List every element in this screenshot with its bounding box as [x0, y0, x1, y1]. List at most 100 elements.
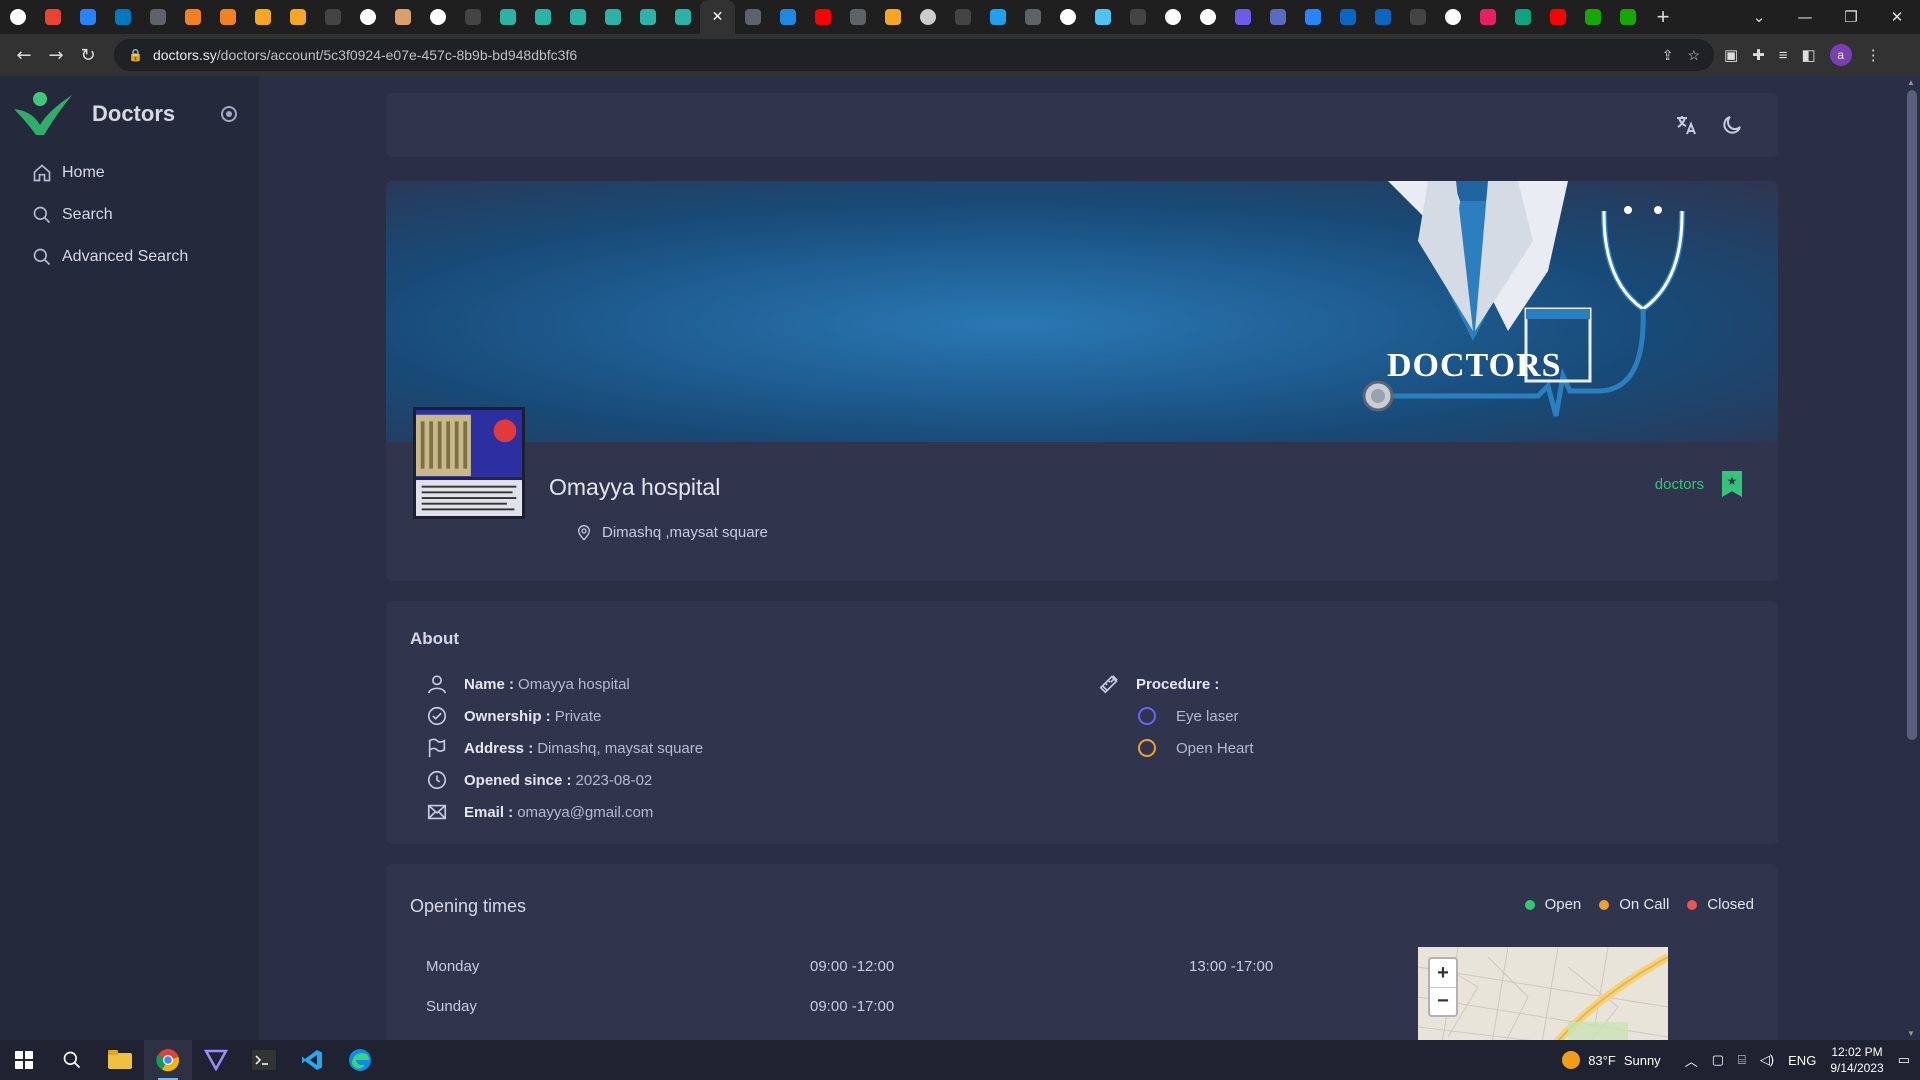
browser-tab[interactable] [1015, 0, 1050, 34]
browser-tab[interactable] [35, 0, 70, 34]
close-icon[interactable]: ✕ [710, 9, 726, 25]
browser-tab[interactable] [560, 0, 595, 34]
media-icon[interactable]: ≡ [1779, 47, 1788, 64]
sidebar-toggle-icon[interactable] [221, 106, 237, 122]
browser-tab[interactable]: ✕ [700, 0, 735, 34]
language-indicator[interactable]: ENG [1788, 1053, 1816, 1068]
notifications-icon[interactable]: ▭ [1898, 1052, 1910, 1068]
address-bar[interactable]: 🔒 doctors.sy /doctors/account/5c3f0924-e… [114, 39, 1714, 71]
sidebar-item-home[interactable]: Home [0, 152, 259, 194]
chevron-up-icon[interactable]: ︿ [1685, 1051, 1698, 1070]
browser-tab[interactable] [805, 0, 840, 34]
browser-tab[interactable] [1120, 0, 1155, 34]
weather-widget[interactable]: 83°F Sunny [1562, 1051, 1661, 1069]
puzzle-icon[interactable]: ✚ [1752, 46, 1765, 64]
browser-tab[interactable] [630, 0, 665, 34]
new-tab-button[interactable]: + [1645, 0, 1681, 34]
browser-tab[interactable] [210, 0, 245, 34]
category-tag[interactable]: doctors ★ [1655, 471, 1742, 497]
profile-avatar[interactable]: a [1829, 44, 1852, 66]
browser-tab[interactable] [1155, 0, 1190, 34]
translate-icon[interactable] [1674, 113, 1698, 137]
browser-tab[interactable] [980, 0, 1015, 34]
extension-icon[interactable]: ▣ [1724, 46, 1738, 64]
browser-tab[interactable] [1330, 0, 1365, 34]
vscode-icon[interactable] [288, 1040, 336, 1080]
browser-tab[interactable] [910, 0, 945, 34]
file-explorer-icon[interactable] [96, 1040, 144, 1080]
browser-tab[interactable] [1365, 0, 1400, 34]
browser-tab[interactable] [1050, 0, 1085, 34]
taskbar-search-icon[interactable] [48, 1040, 96, 1080]
zoom-in-button[interactable]: + [1430, 959, 1456, 987]
browser-tab[interactable] [1190, 0, 1225, 34]
scrollbar-thumb[interactable] [1907, 90, 1917, 740]
browser-tab[interactable] [1085, 0, 1120, 34]
forward-icon[interactable]: → [40, 39, 72, 71]
chrome-icon[interactable] [144, 1040, 192, 1080]
browser-tab[interactable] [1470, 0, 1505, 34]
scroll-down-icon[interactable]: ▼ [1907, 1029, 1915, 1038]
minimize-icon[interactable]: — [1782, 8, 1828, 26]
browser-tab[interactable] [105, 0, 140, 34]
browser-tab[interactable] [1575, 0, 1610, 34]
volume-icon[interactable]: ◁) [1760, 1052, 1774, 1068]
browser-tab[interactable] [945, 0, 980, 34]
brand[interactable]: Doctors [0, 76, 259, 152]
window-close-icon[interactable]: ✕ [1874, 8, 1920, 26]
browser-tab[interactable] [350, 0, 385, 34]
browser-tab[interactable] [315, 0, 350, 34]
edge-icon[interactable] [336, 1040, 384, 1080]
reload-icon[interactable]: ↻ [72, 39, 104, 71]
meet-icon[interactable]: ▢ [1712, 1052, 1724, 1068]
browser-tab[interactable] [385, 0, 420, 34]
terminal-icon[interactable] [240, 1040, 288, 1080]
browser-tab[interactable] [1435, 0, 1470, 34]
vpn-icon[interactable] [192, 1040, 240, 1080]
browser-tab[interactable] [840, 0, 875, 34]
windows-start-icon[interactable] [0, 1040, 48, 1080]
email-link[interactable]: omayya@gmail.com [517, 804, 653, 821]
sidebar-item-advanced-search[interactable]: Advanced Search [0, 236, 259, 278]
back-icon[interactable]: ← [8, 39, 40, 71]
browser-tab[interactable] [70, 0, 105, 34]
browser-tab[interactable] [420, 0, 455, 34]
browser-tab[interactable] [1610, 0, 1645, 34]
zoom-out-button[interactable]: − [1430, 987, 1456, 1015]
browser-tab[interactable] [665, 0, 700, 34]
browser-tab[interactable] [875, 0, 910, 34]
page-scrollbar[interactable]: ▲ ▼ [1903, 76, 1920, 1040]
network-icon[interactable]: ⌸ [1738, 1052, 1746, 1068]
location-map[interactable]: + − [1418, 947, 1668, 1040]
lock-icon[interactable]: 🔒 [128, 48, 143, 62]
menu-icon[interactable]: ⋮ [1866, 46, 1881, 64]
browser-tab[interactable] [245, 0, 280, 34]
browser-tab[interactable] [455, 0, 490, 34]
browser-tab[interactable] [770, 0, 805, 34]
bookmark-star-icon[interactable]: ☆ [1687, 47, 1700, 64]
browser-tab[interactable] [525, 0, 560, 34]
browser-tab[interactable] [1540, 0, 1575, 34]
bookmark-icon[interactable]: ★ [1722, 471, 1742, 497]
side-panel-icon[interactable]: ◧ [1802, 46, 1816, 64]
browser-tab[interactable] [1505, 0, 1540, 34]
browser-tab[interactable] [0, 0, 35, 34]
browser-tab[interactable] [1225, 0, 1260, 34]
moon-icon[interactable] [1720, 113, 1744, 137]
browser-tab[interactable] [280, 0, 315, 34]
clock[interactable]: 12:02 PM 9/14/2023 [1830, 1044, 1883, 1076]
browser-tab[interactable] [1295, 0, 1330, 34]
restore-icon[interactable]: ❐ [1828, 8, 1874, 26]
browser-tab[interactable] [490, 0, 525, 34]
browser-tab[interactable] [140, 0, 175, 34]
browser-tab[interactable] [735, 0, 770, 34]
sidebar-item-search[interactable]: Search [0, 194, 259, 236]
tab-search-icon[interactable]: ⌄ [1736, 8, 1782, 26]
scroll-up-icon[interactable]: ▲ [1907, 78, 1915, 87]
browser-tab[interactable] [595, 0, 630, 34]
browser-tab[interactable] [1400, 0, 1435, 34]
browser-tab[interactable] [1260, 0, 1295, 34]
info-row-ownership: Ownership : Private [426, 700, 703, 732]
share-icon[interactable]: ⇪ [1662, 47, 1674, 64]
browser-tab[interactable] [175, 0, 210, 34]
